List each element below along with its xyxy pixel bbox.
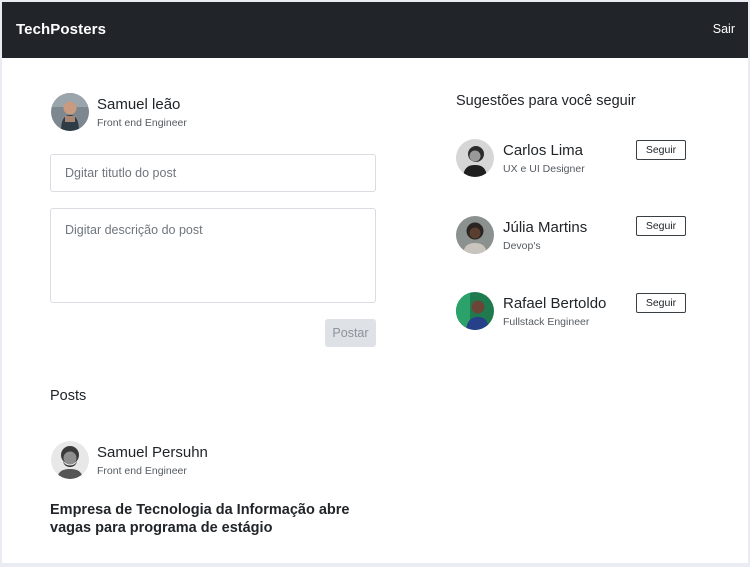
suggestion-name[interactable]: Júlia Martins: [503, 219, 587, 236]
follow-button[interactable]: Seguir: [636, 140, 686, 160]
suggestions-heading: Sugestões para você seguir: [456, 93, 636, 109]
logout-link[interactable]: Sair: [713, 22, 735, 36]
app-window: TechPosters Sair Samuel leão Front end E…: [2, 2, 748, 563]
avatar: [456, 139, 494, 177]
suggestion-role: Fullstack Engineer: [503, 316, 590, 328]
suggestion-role: UX e UI Designer: [503, 163, 585, 175]
posts-heading: Posts: [50, 388, 87, 404]
post-author-name[interactable]: Samuel Persuhn: [97, 444, 208, 461]
post-title-input[interactable]: [50, 154, 376, 192]
post-title[interactable]: Empresa de Tecnologia da Informação abre…: [50, 501, 380, 537]
post-submit-button[interactable]: Postar: [325, 319, 376, 347]
follow-button[interactable]: Seguir: [636, 216, 686, 236]
top-navbar: TechPosters Sair: [2, 2, 748, 58]
post-author-role: Front end Engineer: [97, 465, 187, 477]
suggestion-name[interactable]: Rafael Bertoldo: [503, 295, 606, 312]
post-description-input[interactable]: [50, 208, 376, 303]
avatar: [456, 292, 494, 330]
follow-button[interactable]: Seguir: [636, 293, 686, 313]
avatar: [51, 441, 89, 479]
profile-role: Front end Engineer: [97, 117, 187, 129]
avatar: [456, 216, 494, 254]
profile-name: Samuel leão: [97, 96, 181, 113]
suggestion-role: Devop's: [503, 240, 541, 252]
suggestion-name[interactable]: Carlos Lima: [503, 142, 583, 159]
brand-logo[interactable]: TechPosters: [16, 21, 106, 38]
avatar: [51, 93, 89, 131]
